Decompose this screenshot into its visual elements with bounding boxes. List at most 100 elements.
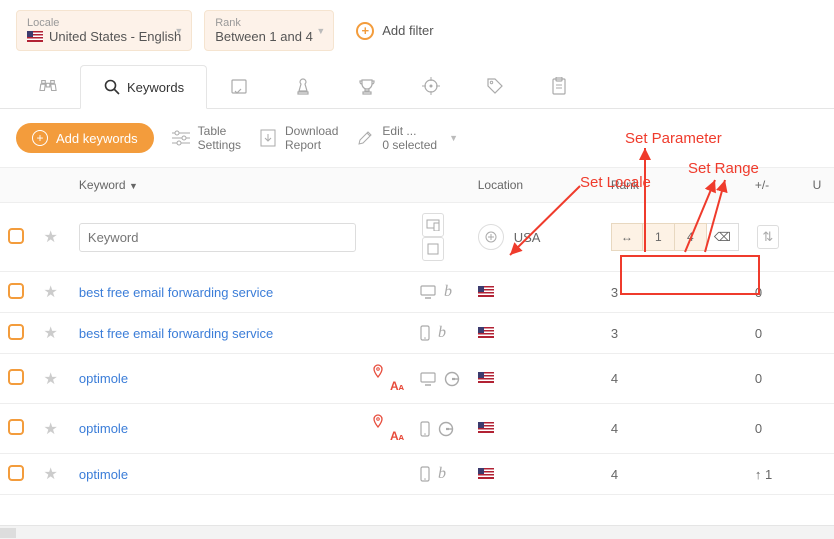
annotation-parameter: Set Parameter	[625, 130, 722, 147]
sliders-icon	[172, 129, 190, 147]
plus-icon: +	[32, 130, 48, 146]
table-settings-button[interactable]: Table Settings	[172, 124, 241, 153]
star-icon[interactable]: ★	[44, 284, 58, 301]
filter-locale-label: Locale	[27, 17, 181, 29]
text-icon: Aᴀ	[390, 429, 404, 443]
pencil-icon	[356, 129, 374, 147]
row-checkbox[interactable]	[8, 465, 24, 481]
flag-us-icon	[478, 372, 494, 383]
text-icon: Aᴀ	[390, 379, 404, 393]
keyword-link[interactable]: optimole	[79, 467, 128, 482]
header-last[interactable]: U	[805, 168, 834, 203]
annotation-locale: Set Locale	[580, 174, 651, 191]
table-row: ★ optimole Aᴀ 40	[0, 354, 834, 404]
star-icon[interactable]: ★	[44, 325, 58, 342]
tab-bar: Keywords	[0, 61, 834, 109]
horizontal-scrollbar[interactable]	[0, 525, 834, 539]
row-checkbox[interactable]	[8, 324, 24, 340]
pin-icon	[372, 364, 404, 378]
star-filter-icon[interactable]: ★	[44, 229, 58, 246]
edit-selected-button[interactable]: Edit ... 0 selected ▼	[356, 124, 458, 153]
pin-icon	[372, 414, 404, 428]
engine-icon: b	[438, 324, 446, 342]
sort-down-icon: ▼	[129, 181, 138, 191]
tab-calendar[interactable]	[207, 64, 271, 108]
location-select-icon[interactable]	[478, 224, 504, 250]
search-icon	[103, 78, 121, 96]
range-icon: ↔	[611, 223, 643, 251]
trophy-icon	[358, 77, 376, 95]
row-checkbox[interactable]	[8, 419, 24, 435]
range-clear-icon[interactable]: ⌫	[707, 223, 739, 251]
flag-us-icon	[478, 422, 494, 433]
annotation-range: Set Range	[688, 160, 759, 177]
tab-keywords-label: Keywords	[127, 80, 184, 95]
delta-value: 0	[747, 354, 805, 404]
flag-us-icon	[27, 31, 43, 42]
download-report-button[interactable]: Download Report	[259, 124, 338, 153]
delta-sort-button[interactable]: ⇅	[757, 225, 779, 249]
flag-us-icon	[478, 468, 494, 479]
engine-icon	[444, 371, 460, 387]
tag-icon	[486, 77, 504, 95]
device-icon	[420, 466, 430, 482]
delta-value: 0	[747, 313, 805, 354]
rank-range-filter[interactable]: ↔ 1 4 ⌫	[611, 223, 739, 251]
engine-icon: b	[438, 465, 446, 483]
row-checkbox[interactable]	[8, 283, 24, 299]
keywords-table: Keyword ▼ Location Rank +/- U ★	[0, 167, 834, 495]
device-icon	[420, 372, 436, 386]
table-row: ★ optimole Aᴀ 40	[0, 404, 834, 454]
engine-icon	[438, 421, 454, 437]
chevron-down-icon: ▼	[449, 133, 458, 143]
annotation-range-box	[620, 255, 760, 295]
star-icon[interactable]: ★	[44, 421, 58, 438]
keyword-link[interactable]: optimole	[79, 371, 128, 386]
keyword-link[interactable]: best free email forwarding service	[79, 285, 273, 300]
download-icon	[259, 129, 277, 147]
row-checkbox[interactable]	[8, 369, 24, 385]
tab-tag[interactable]	[463, 64, 527, 108]
keyword-link[interactable]: best free email forwarding service	[79, 326, 273, 341]
select-all-checkbox[interactable]	[8, 228, 24, 244]
range-low[interactable]: 1	[643, 223, 675, 251]
star-icon[interactable]: ★	[44, 371, 58, 388]
table-row: ★ optimole b 4↑ 1	[0, 454, 834, 495]
flag-us-icon	[478, 286, 494, 297]
keyword-filter-input[interactable]	[79, 223, 356, 252]
tab-chess[interactable]	[271, 64, 335, 108]
header-keyword[interactable]: Keyword ▼	[71, 168, 364, 203]
filter-rank-label: Rank	[215, 17, 323, 29]
device-icon	[420, 421, 430, 437]
plus-circle-icon: +	[356, 22, 374, 40]
table-row: ★ best free email forwarding service b 30	[0, 313, 834, 354]
tab-clipboard[interactable]	[527, 64, 591, 108]
delta-value: 0	[747, 404, 805, 454]
rank-value: 3	[603, 313, 747, 354]
rank-value: 4	[603, 404, 747, 454]
filter-rank[interactable]: Rank Between 1 and 4 ▼	[204, 10, 334, 51]
device-icon	[420, 325, 430, 341]
range-high[interactable]: 4	[675, 223, 707, 251]
rank-value: 4	[603, 354, 747, 404]
star-icon[interactable]: ★	[44, 466, 58, 483]
filter-locale-value: United States - English	[27, 29, 181, 44]
tab-trophy[interactable]	[335, 64, 399, 108]
rank-value: 4	[603, 454, 747, 495]
flag-us-icon	[478, 327, 494, 338]
add-filter-button[interactable]: + Add filter	[346, 16, 443, 46]
keyword-link[interactable]: optimole	[79, 421, 128, 436]
binoculars-icon	[39, 77, 57, 95]
engine-filter-button[interactable]	[422, 237, 444, 261]
delta-value: ↑ 1	[747, 454, 805, 495]
tab-target[interactable]	[399, 64, 463, 108]
device-icon	[420, 285, 436, 299]
filter-rank-value: Between 1 and 4	[215, 29, 323, 44]
add-keywords-label: Add keywords	[56, 131, 138, 146]
filter-locale[interactable]: Locale United States - English ▼	[16, 10, 192, 51]
tab-keywords[interactable]: Keywords	[80, 65, 207, 109]
device-filter-button[interactable]	[422, 213, 444, 237]
tab-binoculars[interactable]	[16, 64, 80, 108]
add-keywords-button[interactable]: + Add keywords	[16, 123, 154, 153]
add-filter-label: Add filter	[382, 23, 433, 38]
